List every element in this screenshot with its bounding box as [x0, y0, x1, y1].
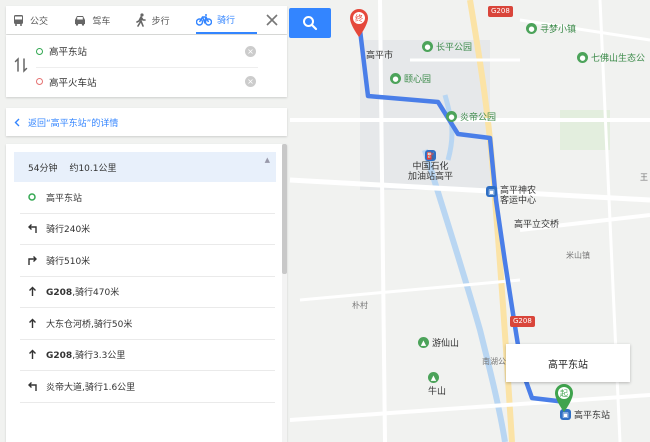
- bike-icon: [195, 13, 212, 26]
- route-distance: 约10.1公里: [69, 163, 117, 174]
- route-panel: 公交 驾车 步行 骑行 高平东站 × 高平火车站 × 返回“高平东站”的详情: [6, 6, 287, 136]
- map-info-box[interactable]: 高平东站: [506, 344, 630, 382]
- car-icon: [75, 15, 86, 26]
- road: [299, 278, 521, 302]
- park-icon: ●: [446, 111, 457, 122]
- search-icon: [303, 16, 318, 31]
- poi-youxianshan[interactable]: ▲ 游仙山: [418, 336, 459, 349]
- step-item[interactable]: 炎帝大道,骑行1.6公里: [20, 371, 275, 403]
- chevron-left-icon: [14, 118, 20, 126]
- close-icon: [266, 14, 278, 26]
- route-summary[interactable]: 54分钟 约10.1公里 ▲: [14, 152, 276, 182]
- walk-icon: [135, 13, 146, 27]
- step-item[interactable]: G208,骑行3.3公里: [20, 340, 275, 371]
- swap-icon[interactable]: [14, 57, 28, 73]
- tab-bike[interactable]: 骑行: [195, 6, 258, 34]
- step-item[interactable]: 高平东站: [20, 182, 275, 214]
- origin-dot-icon: [36, 47, 43, 55]
- place-gaoping-city: 高平市: [366, 51, 394, 61]
- close-button[interactable]: [257, 6, 287, 34]
- poi-yandi-park[interactable]: ● 炎帝公园: [446, 110, 496, 123]
- clear-destination-icon[interactable]: ×: [245, 76, 256, 87]
- travel-mode-tabs: 公交 驾车 步行 骑行: [6, 6, 287, 34]
- tab-bus[interactable]: 公交: [12, 6, 73, 34]
- scrollbar-thumb[interactable]: [282, 144, 287, 274]
- step-item[interactable]: 大东仓河桥,骑行50米: [20, 308, 275, 340]
- back-to-details-link[interactable]: 返回“高平东站”的详情: [6, 108, 287, 136]
- poi-niushan[interactable]: ▲ 牛山: [428, 372, 446, 397]
- place-pucun: 朴村: [352, 301, 368, 310]
- straight-icon: [26, 349, 38, 361]
- turn-left-icon: [26, 223, 38, 235]
- step-item[interactable]: G208,骑行470米: [20, 277, 275, 308]
- tab-walk[interactable]: 步行: [135, 6, 196, 34]
- green-area: [560, 110, 610, 150]
- road-badge-g208: G208: [510, 316, 535, 327]
- straight-icon: [26, 317, 38, 329]
- gas-station-icon: ⛽: [425, 150, 436, 161]
- end-marker-icon[interactable]: 终: [348, 8, 370, 38]
- step-list-scrollbar[interactable]: [282, 144, 287, 442]
- turn-right-icon: [26, 254, 38, 266]
- step-item[interactable]: 骑行240米: [20, 214, 275, 245]
- park-icon: ●: [390, 73, 401, 84]
- route-duration: 54分钟: [28, 163, 58, 174]
- step-item[interactable]: 骑行510米: [20, 245, 275, 277]
- park-icon: ●: [422, 41, 433, 52]
- poi-shennong-bus-center[interactable]: ▣ 高平神农 客运中心: [486, 186, 536, 206]
- mountain-icon: ▲: [418, 337, 429, 348]
- route-detail-panel: 54分钟 约10.1公里 ▲ 高平东站 骑行240米 骑行510米 G208,骑…: [6, 144, 287, 442]
- place-edge: 王: [640, 173, 648, 182]
- place-gaoping-interchange: 高平立交桥: [514, 220, 560, 230]
- bus-station-icon: ▣: [486, 186, 497, 197]
- destination-field[interactable]: 高平火车站 ×: [36, 67, 258, 95]
- poi-xunmeng-town[interactable]: ● 寻梦小镇: [526, 22, 576, 35]
- search-button[interactable]: [289, 8, 331, 38]
- start-marker-icon[interactable]: 起: [553, 383, 575, 413]
- poi-qifoshan[interactable]: ● 七佛山生态公: [577, 51, 645, 64]
- place-nanhu-park: 南湖公: [482, 357, 506, 366]
- poi-yixin-garden[interactable]: ● 颐心园: [390, 72, 431, 85]
- svg-text:终: 终: [355, 13, 363, 23]
- mountain-icon: ▲: [428, 372, 439, 383]
- road-badge-g208: G208: [488, 6, 513, 17]
- poi-changping-park[interactable]: ● 长平公园: [422, 40, 472, 53]
- turn-left-icon: [26, 380, 38, 392]
- origin-ring-icon: [26, 191, 38, 203]
- park-icon: ●: [526, 23, 537, 34]
- bus-icon: [14, 14, 23, 26]
- park-icon: ●: [577, 52, 588, 63]
- step-list: 高平东站 骑行240米 骑行510米 G208,骑行470米 大东仓河桥,骑行5…: [20, 182, 275, 403]
- place-mishan-town: 米山镇: [566, 251, 590, 260]
- route-input-box: 高平东站 × 高平火车站 ×: [6, 35, 287, 97]
- collapse-icon[interactable]: ▲: [265, 156, 270, 164]
- straight-icon: [26, 286, 38, 298]
- svg-text:起: 起: [560, 389, 568, 398]
- destination-dot-icon: [36, 78, 43, 85]
- clear-origin-icon[interactable]: ×: [245, 45, 256, 57]
- tab-drive[interactable]: 驾车: [73, 6, 134, 34]
- origin-field[interactable]: 高平东站 ×: [36, 37, 258, 65]
- poi-sinopec-station[interactable]: ⛽ 中国石化 加油站高平: [408, 150, 453, 182]
